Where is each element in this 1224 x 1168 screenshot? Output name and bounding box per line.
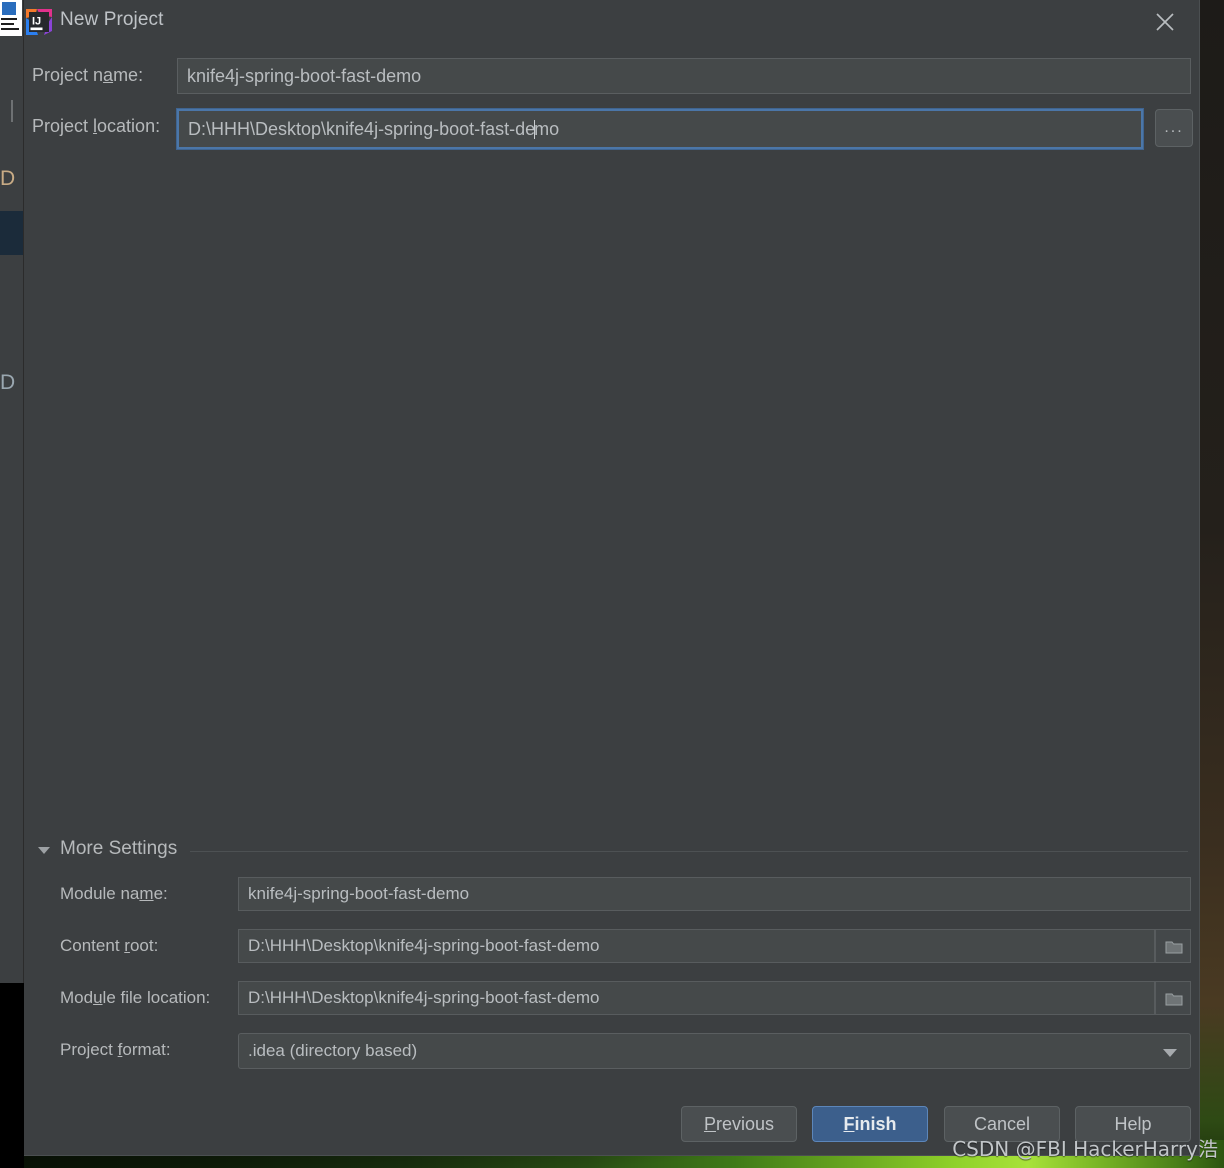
content-root-browse-button[interactable] [1155,929,1191,963]
content-root-label: Content root: [60,936,159,955]
folder-icon [1165,993,1183,1006]
content-root-input[interactable]: D:\HHH\Desktop\knife4j-spring-boot-fast-… [238,929,1155,963]
project-format-value: .idea (directory based) [248,1041,418,1060]
screen: D D IJ New Project Project name: knife4j… [0,0,1224,1168]
background-text-glyph: D [0,167,16,190]
dialog-titlebar: IJ New Project [24,0,1199,44]
project-name-input[interactable]: knife4j-spring-boot-fast-demo [177,58,1191,94]
section-divider [190,851,1188,852]
module-file-location-input[interactable]: D:\HHH\Desktop\knife4j-spring-boot-fast-… [238,981,1155,1015]
dialog-title: New Project [60,9,164,30]
project-location-input[interactable]: D:\HHH\Desktop\knife4j-spring-boot-fast-… [176,108,1144,150]
project-format-select[interactable]: .idea (directory based) [238,1033,1191,1069]
browse-location-button[interactable]: ... [1155,109,1193,147]
background-selection [0,211,23,255]
project-location-label: Project location: [32,116,161,136]
background-ide-strip: D D [0,0,24,983]
ellipsis-icon: ... [1164,119,1184,136]
background-caret [11,100,13,122]
module-file-location-row: Module file location: D:\HHH\Desktop\kni… [24,981,1200,1017]
previous-button[interactable]: Previous [681,1106,797,1142]
svg-text:IJ: IJ [32,16,41,28]
background-text-glyph: D [0,371,16,394]
chevron-down-icon [1163,1049,1177,1057]
background-dark-area [0,983,24,1168]
location-value-before-caret: D:\HHH\Desktop\knife4j-spring-boot-fast-… [188,119,536,139]
background-toolbar-chip [0,0,22,36]
close-icon[interactable] [1139,0,1191,42]
module-name-label: Module name: [60,884,168,903]
project-name-label: Project name: [32,65,144,85]
folder-icon [1165,941,1183,954]
chevron-down-icon[interactable] [38,847,50,854]
new-project-dialog: IJ New Project Project name: knife4j-spr… [24,0,1200,1156]
content-root-row: Content root: D:\HHH\Desktop\knife4j-spr… [24,929,1200,965]
project-format-row: Project format: .idea (directory based) [24,1033,1200,1069]
project-location-row: Project location: D:\HHH\Desktop\knife4j… [24,108,1200,150]
more-settings-label: More Settings [60,838,178,859]
module-file-location-label: Module file location: [60,988,211,1007]
module-name-input[interactable]: knife4j-spring-boot-fast-demo [238,877,1191,911]
module-name-row: Module name: knife4j-spring-boot-fast-de… [24,877,1200,913]
watermark-text: CSDN @FBI HackerHarry浩 [952,1137,1218,1161]
project-format-label: Project format: [60,1040,171,1059]
project-name-row: Project name: knife4j-spring-boot-fast-d… [24,58,1200,94]
location-value-after-caret: mo [534,119,560,139]
more-settings-header[interactable]: More Settings [38,838,1188,866]
module-file-location-browse-button[interactable] [1155,981,1191,1015]
intellij-idea-logo-icon: IJ [24,7,54,37]
finish-button[interactable]: Finish [812,1106,928,1142]
